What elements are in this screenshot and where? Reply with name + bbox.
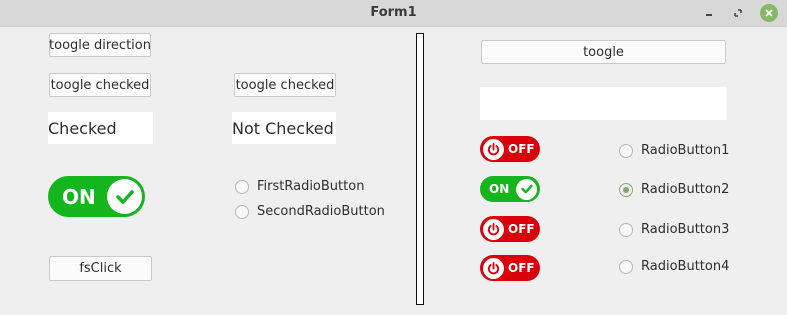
check-icon <box>516 178 537 200</box>
not-checked-state-label: Not Checked <box>232 112 336 144</box>
switch-4[interactable]: OFF <box>480 255 540 281</box>
radio-button-2[interactable]: RadioButton2 <box>619 182 729 197</box>
radio-indicator <box>235 204 249 219</box>
radio-indicator <box>619 222 633 237</box>
power-icon <box>483 257 504 279</box>
check-icon <box>107 179 142 214</box>
switch-2-label: ON <box>489 182 510 196</box>
toggle-button[interactable]: toogle <box>481 40 726 64</box>
empty-panel <box>480 87 727 120</box>
maximize-icon[interactable] <box>729 4 747 22</box>
close-icon[interactable] <box>760 4 778 22</box>
power-icon <box>483 138 504 160</box>
radio-button-1[interactable]: RadioButton1 <box>619 143 729 158</box>
switch-1[interactable]: OFF <box>480 136 540 162</box>
big-toggle-label: ON <box>62 184 96 209</box>
radio-label: FirstRadioButton <box>257 179 365 194</box>
switch-4-label: OFF <box>508 261 535 275</box>
radio-label: RadioButton1 <box>641 143 730 158</box>
switch-3-label: OFF <box>508 222 535 236</box>
first-radio-button[interactable]: FirstRadioButton <box>235 179 364 194</box>
second-radio-button[interactable]: SecondRadioButton <box>235 204 385 219</box>
radio-label: RadioButton2 <box>641 182 730 197</box>
title-bar: Form1 <box>0 0 787 27</box>
power-icon <box>483 218 504 240</box>
radio-indicator <box>235 179 249 194</box>
radio-indicator-checked <box>619 182 633 197</box>
big-toggle-switch[interactable]: ON <box>48 176 145 217</box>
checked-state-label: Checked <box>48 112 153 144</box>
toggle-checked-button-right[interactable]: toogle checked <box>234 73 336 97</box>
radio-indicator <box>619 259 633 274</box>
radio-label: SecondRadioButton <box>257 204 385 219</box>
radio-indicator <box>619 143 633 158</box>
window-title: Form1 <box>370 5 417 20</box>
toggle-direction-button[interactable]: toogle direction <box>49 33 151 57</box>
splitter[interactable] <box>416 33 424 305</box>
minimize-icon[interactable] <box>700 4 718 22</box>
radio-button-4[interactable]: RadioButton4 <box>619 259 729 274</box>
switch-2[interactable]: ON <box>480 176 540 202</box>
switch-1-label: OFF <box>508 142 535 156</box>
switch-3[interactable]: OFF <box>480 216 540 242</box>
toggle-checked-button-left[interactable]: toogle checked <box>49 73 151 97</box>
radio-label: RadioButton4 <box>641 259 730 274</box>
fsclick-button[interactable]: fsClick <box>49 256 152 281</box>
radio-button-3[interactable]: RadioButton3 <box>619 222 729 237</box>
radio-label: RadioButton3 <box>641 222 730 237</box>
